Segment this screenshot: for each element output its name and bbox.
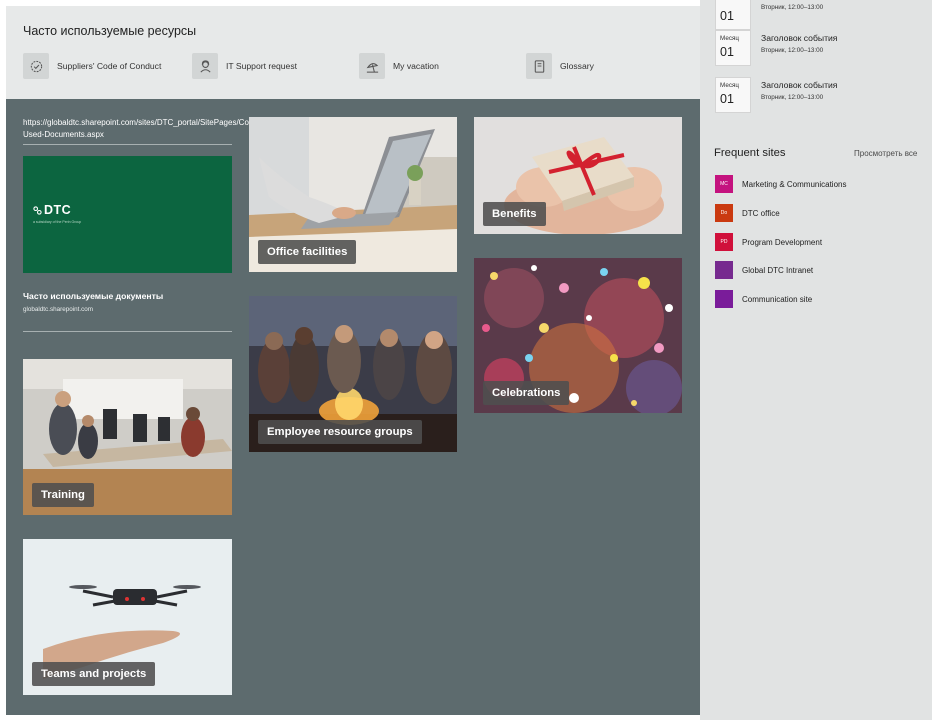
event-day: 01 bbox=[720, 9, 734, 23]
tile-label: Training bbox=[32, 483, 94, 507]
resource-label: My vacation bbox=[393, 61, 439, 71]
quick-links-section: https://globaldtc.sharepoint.com/sites/D… bbox=[6, 99, 700, 715]
resource-my-vacation[interactable]: My vacation bbox=[359, 53, 439, 79]
resource-glossary[interactable]: Glossary bbox=[526, 53, 594, 79]
site-name: Communication site bbox=[742, 294, 813, 304]
tile-label: Celebrations bbox=[483, 381, 570, 405]
tile-employee-resource-groups[interactable]: Employee resource groups bbox=[249, 296, 457, 452]
tile-label: Teams and projects bbox=[32, 662, 156, 686]
site-program-development[interactable]: PD Program Development bbox=[715, 233, 822, 251]
event-date-box: 01 bbox=[715, 0, 751, 30]
event-month: Месяц bbox=[720, 82, 739, 89]
resource-label: Glossary bbox=[560, 61, 594, 71]
resource-suppliers-code[interactable]: Suppliers' Code of Conduct bbox=[23, 53, 161, 79]
book-icon bbox=[526, 53, 552, 79]
right-sidebar: 01 Вторник, 12:00–13:00 Месяц 01 Заголов… bbox=[700, 0, 932, 720]
site-avatar bbox=[715, 290, 733, 308]
site-avatar: MC bbox=[715, 175, 733, 193]
docs-subtitle: globaldtc.sharepoint.com bbox=[23, 306, 94, 313]
frequent-resources-panel: Часто используемые ресурсы Suppliers' Co… bbox=[6, 6, 700, 99]
tile-teams-and-projects[interactable]: Teams and projects bbox=[23, 539, 232, 695]
event-time: Вторник, 12:00–13:00 bbox=[761, 4, 824, 11]
event-item[interactable]: 01 Вторник, 12:00–13:00 bbox=[715, 0, 925, 30]
site-avatar bbox=[715, 261, 733, 279]
event-time: Вторник, 12:00–13:00 bbox=[761, 47, 824, 54]
tile-label: Benefits bbox=[483, 202, 546, 226]
beach-icon bbox=[359, 53, 385, 79]
gear-badge-icon bbox=[23, 53, 49, 79]
tile-office-facilities[interactable]: Office facilities bbox=[249, 117, 457, 272]
event-item[interactable]: Месяц 01 Заголовок события Вторник, 12:0… bbox=[715, 77, 925, 113]
site-dtc-office[interactable]: Do DTC office bbox=[715, 204, 780, 222]
site-communication-site[interactable]: Communication site bbox=[715, 290, 812, 308]
tile-celebrations[interactable]: Celebrations bbox=[474, 258, 682, 413]
resource-it-support[interactable]: IT Support request bbox=[192, 53, 297, 79]
document-url-link[interactable]: https://globaldtc.sharepoint.com/sites/D… bbox=[23, 117, 280, 141]
event-day: 01 bbox=[720, 92, 734, 106]
event-title: Заголовок события bbox=[761, 80, 838, 90]
docs-title[interactable]: Часто используемые документы bbox=[23, 291, 163, 301]
dtc-tagline: a subsidiary of the Perin Group bbox=[33, 220, 82, 224]
event-day: 01 bbox=[720, 45, 734, 59]
site-avatar: PD bbox=[715, 233, 733, 251]
see-all-link[interactable]: Просмотреть все bbox=[854, 149, 917, 158]
resource-label: IT Support request bbox=[226, 61, 298, 71]
site-global-dtc-intranet[interactable]: Global DTC Intranet bbox=[715, 261, 813, 279]
event-date-box: Месяц 01 bbox=[715, 77, 751, 113]
site-marketing-communications[interactable]: MC Marketing & Communications bbox=[715, 175, 846, 193]
event-title: Заголовок события bbox=[761, 33, 838, 43]
site-name: Global DTC Intranet bbox=[742, 265, 814, 275]
divider bbox=[23, 331, 232, 332]
tile-benefits[interactable]: Benefits bbox=[474, 117, 682, 234]
resources-title: Часто используемые ресурсы bbox=[23, 24, 197, 38]
site-name: Marketing & Communications bbox=[742, 179, 847, 189]
event-month: Месяц bbox=[720, 35, 739, 42]
tile-label: Office facilities bbox=[258, 240, 357, 264]
divider bbox=[23, 144, 232, 145]
frequent-sites-title: Frequent sites bbox=[714, 147, 786, 159]
event-time: Вторник, 12:00–13:00 bbox=[761, 94, 824, 101]
dtc-logo-card[interactable]: DTC a subsidiary of the Perin Group bbox=[23, 156, 232, 273]
tile-label: Employee resource groups bbox=[258, 420, 422, 444]
site-name: Program Development bbox=[742, 237, 823, 247]
site-name: DTC office bbox=[742, 208, 780, 218]
support-icon bbox=[192, 53, 218, 79]
resource-label: Suppliers' Code of Conduct bbox=[57, 61, 162, 71]
dtc-logo-text: DTC bbox=[44, 203, 72, 217]
event-date-box: Месяц 01 bbox=[715, 30, 751, 66]
event-item[interactable]: Месяц 01 Заголовок события Вторник, 12:0… bbox=[715, 30, 925, 66]
tile-training[interactable]: Training bbox=[23, 359, 232, 515]
site-avatar: Do bbox=[715, 204, 733, 222]
dtc-mark-icon bbox=[33, 206, 42, 215]
